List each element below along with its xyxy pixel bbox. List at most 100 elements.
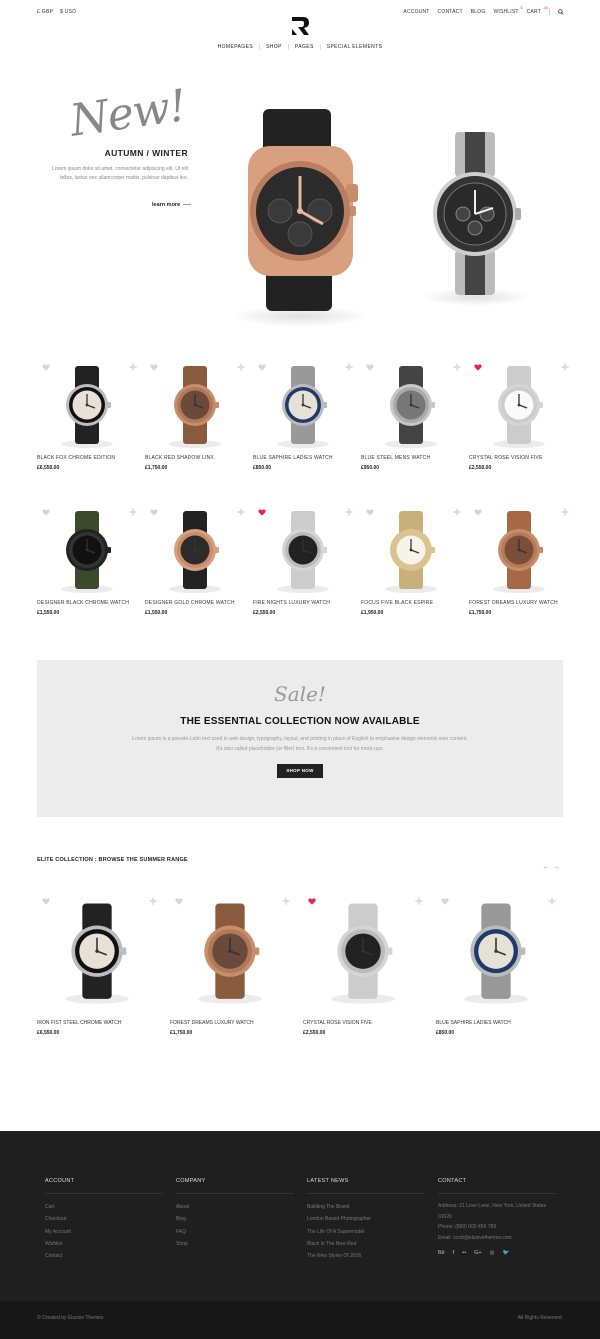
wishlist-heart-icon[interactable] xyxy=(42,503,50,516)
footer-link-contact[interactable]: Contact xyxy=(45,1250,163,1262)
product-name[interactable]: BLUE SAPHIRE LADIES WATCH xyxy=(253,455,333,461)
product-name[interactable]: DESIGNER GOLD CHROME WATCH xyxy=(145,600,235,606)
facebook-icon[interactable]: f xyxy=(453,1250,455,1256)
wishlist-heart-icon[interactable] xyxy=(366,358,374,371)
news-link[interactable]: London Based Photographer xyxy=(307,1213,425,1225)
sale-title: THE ESSENTIAL COLLECTION NOW AVAILABLE xyxy=(180,716,420,727)
product-name[interactable]: DESIGNER BLACK CHROME WATCH xyxy=(37,600,129,606)
behance-icon[interactable]: Bē xyxy=(438,1250,445,1256)
wishlist-heart-icon[interactable] xyxy=(258,503,266,516)
compare-plus-icon[interactable] xyxy=(453,358,461,371)
product-name[interactable]: BLACK FOX CHROME EDITION xyxy=(37,455,115,461)
contact-link[interactable]: CONTACT xyxy=(438,9,463,15)
search-icon[interactable] xyxy=(558,8,564,15)
wishlist-heart-icon[interactable] xyxy=(366,503,374,516)
footer-link-faq[interactable]: FAQ xyxy=(176,1226,294,1238)
product-image[interactable] xyxy=(452,898,540,1008)
product-image[interactable] xyxy=(159,364,231,449)
compare-plus-icon[interactable] xyxy=(282,892,290,905)
product-image[interactable] xyxy=(53,898,141,1008)
nav-shop[interactable]: SHOP xyxy=(259,44,288,50)
wishlist-heart-icon[interactable] xyxy=(42,358,50,371)
product-name[interactable]: BLUE SAPHIRE LADIES WATCH xyxy=(436,1020,511,1026)
wishlist-heart-icon[interactable] xyxy=(150,358,158,371)
footer-link-checkout[interactable]: Checkout xyxy=(45,1213,163,1225)
footer-link-wishlist[interactable]: Wishlist xyxy=(45,1238,163,1250)
footer-company-column: COMPANY About Blog FAQ Shop xyxy=(176,1178,294,1250)
nav-homepages[interactable]: HOMEPAGES xyxy=(212,44,259,50)
compare-plus-icon[interactable] xyxy=(129,358,137,371)
product-image[interactable] xyxy=(159,509,231,594)
carousel-arrows[interactable]: ← → xyxy=(542,862,560,871)
currency-switcher: £ GBP $ USD xyxy=(37,9,81,15)
cart-label: CART xyxy=(526,8,541,15)
nav-special-elements[interactable]: SPECIAL ELEMENTS xyxy=(319,44,389,50)
news-link[interactable]: The Life Of A Supermodel xyxy=(307,1226,425,1238)
footer-contact-column: CONTACT Address: 21 Love Lane, New York,… xyxy=(438,1178,556,1256)
product-name[interactable]: IRON FIST STEEL CHROME WATCH xyxy=(37,1020,121,1026)
product-name[interactable]: FIRE NIGHTS LUXURY WATCH xyxy=(253,600,330,606)
currency-usd[interactable]: $ USD xyxy=(60,9,76,15)
product-image[interactable] xyxy=(51,509,123,594)
product-image[interactable] xyxy=(319,898,407,1008)
product-image[interactable] xyxy=(267,509,339,594)
wishlist-link[interactable]: WISHLIST 3 xyxy=(493,5,522,15)
compare-plus-icon[interactable] xyxy=(561,503,569,516)
product-name[interactable]: FOCUS FIVE BLACK ESPIRE xyxy=(361,600,433,606)
account-link[interactable]: ACCOUNT xyxy=(403,9,429,15)
product-image[interactable] xyxy=(186,898,274,1008)
product-name[interactable]: CRYSTAL ROSE VISION FIVE xyxy=(303,1020,372,1026)
wishlist-heart-icon[interactable] xyxy=(175,892,183,905)
wishlist-heart-icon[interactable] xyxy=(258,358,266,371)
footer-link-my-account[interactable]: My Account xyxy=(45,1226,163,1238)
product-name[interactable]: BLUE STEEL MENS WATCH xyxy=(361,455,430,461)
product-image[interactable] xyxy=(375,509,447,594)
product-name[interactable]: BLACK RED SHADOW LINX xyxy=(145,455,214,461)
learn-more-link[interactable]: learn more xyxy=(152,202,192,208)
compare-plus-icon[interactable] xyxy=(237,358,245,371)
cart-link[interactable]: CART 16 xyxy=(526,5,548,15)
contact-email[interactable]: Email: scott@elusivethemes.com xyxy=(438,1233,556,1244)
footer-link-about[interactable]: About xyxy=(176,1201,294,1213)
wishlist-heart-icon[interactable] xyxy=(474,358,482,371)
product-image[interactable] xyxy=(267,364,339,449)
brand-logo[interactable] xyxy=(289,15,311,37)
sale-script-heading: Sale! xyxy=(274,682,326,706)
compare-plus-icon[interactable] xyxy=(453,503,461,516)
wishlist-heart-icon[interactable] xyxy=(42,892,50,905)
wishlist-heart-icon[interactable] xyxy=(150,503,158,516)
twitter-icon[interactable]: 🐦 xyxy=(502,1250,509,1256)
product-name[interactable]: CRYSTAL ROSE VISION FIVE xyxy=(469,455,543,461)
arrow-line-icon xyxy=(183,204,192,206)
currency-gbp[interactable]: £ GBP xyxy=(37,9,53,15)
compare-plus-icon[interactable] xyxy=(237,503,245,516)
compare-plus-icon[interactable] xyxy=(548,892,556,905)
product-image[interactable] xyxy=(483,509,555,594)
shop-now-button[interactable]: SHOP NOW xyxy=(277,764,323,778)
product-image[interactable] xyxy=(375,364,447,449)
instagram-icon[interactable]: ◎ xyxy=(490,1250,495,1256)
compare-plus-icon[interactable] xyxy=(129,503,137,516)
product-name[interactable]: FOREST DREAMS LUXURY WATCH xyxy=(469,600,558,606)
compare-plus-icon[interactable] xyxy=(345,358,353,371)
compare-plus-icon[interactable] xyxy=(149,892,157,905)
footer-link-blog[interactable]: Blog xyxy=(176,1213,294,1225)
news-link[interactable]: Building The Brand xyxy=(307,1201,425,1213)
footer-link-shop[interactable]: Shop xyxy=(176,1238,294,1250)
product-image[interactable] xyxy=(51,364,123,449)
nav-pages[interactable]: PAGES xyxy=(287,44,320,50)
compare-plus-icon[interactable] xyxy=(415,892,423,905)
wishlist-heart-icon[interactable] xyxy=(474,503,482,516)
footer-link-cart[interactable]: Cart xyxy=(45,1201,163,1213)
news-link[interactable]: The New Styles Of 2016 xyxy=(307,1250,425,1262)
product-image[interactable] xyxy=(483,364,555,449)
google-plus-icon[interactable]: G+ xyxy=(474,1250,482,1256)
wishlist-heart-icon[interactable] xyxy=(308,892,316,905)
compare-plus-icon[interactable] xyxy=(561,358,569,371)
flickr-icon[interactable]: •• xyxy=(462,1250,466,1256)
product-name[interactable]: FOREST DREAMS LUXURY WATCH xyxy=(170,1020,254,1026)
compare-plus-icon[interactable] xyxy=(345,503,353,516)
blog-link[interactable]: BLOG xyxy=(471,9,486,15)
news-link[interactable]: Black Is The New Red xyxy=(307,1238,425,1250)
wishlist-heart-icon[interactable] xyxy=(441,892,449,905)
